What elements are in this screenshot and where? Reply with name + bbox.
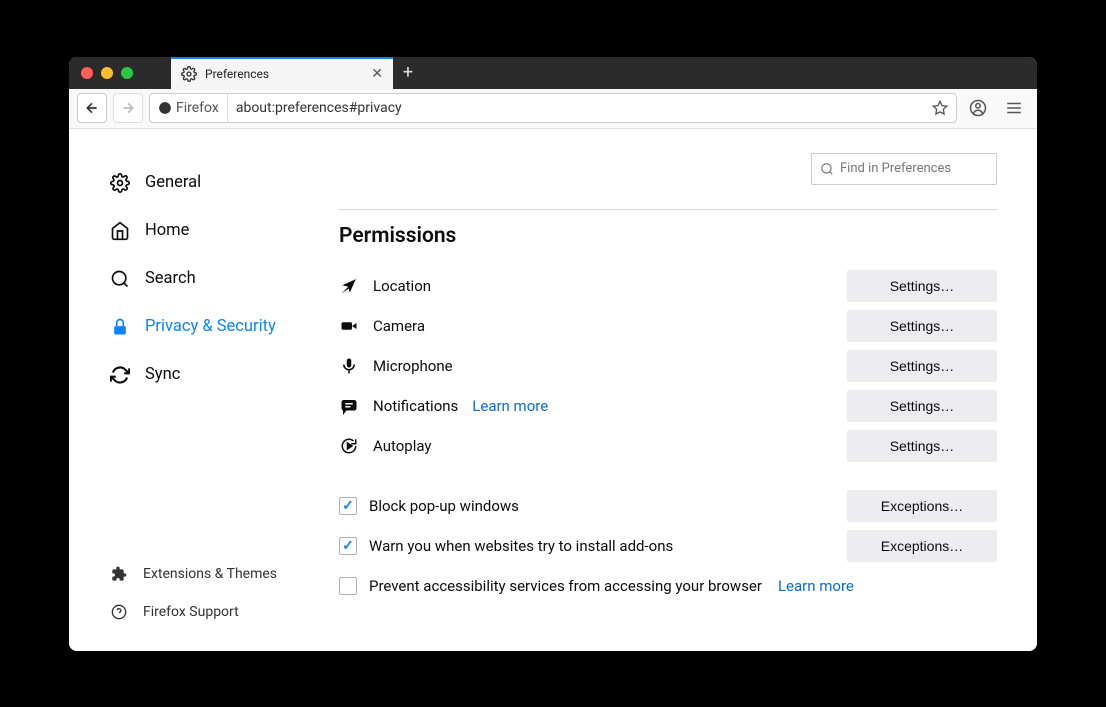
sidebar-item-label: General [145,173,201,192]
permission-label: Autoplay [373,437,432,455]
checkbox[interactable] [339,537,357,555]
identity-label: Firefox [176,100,219,116]
window-controls [69,67,133,79]
search-icon [109,269,131,289]
location-icon [339,277,359,295]
permission-label: Location [373,277,431,295]
camera-icon [339,317,359,335]
gear-icon [109,173,131,193]
tab-preferences[interactable]: Preferences ✕ [171,57,393,89]
sidebar-footer-extensions[interactable]: Extensions & Themes [109,555,339,593]
permission-row-notifications: Notifications Learn more Settings… [339,386,997,426]
checkbox-row-addons: Warn you when websites try to install ad… [339,526,997,566]
permission-label: Notifications [373,397,458,415]
menu-icon[interactable] [999,93,1029,123]
sidebar-item-label: Home [145,221,189,240]
sidebar-item-privacy[interactable]: Privacy & Security [109,303,339,351]
back-button[interactable] [77,93,107,123]
search-icon [820,162,834,176]
settings-button[interactable]: Settings… [847,350,997,382]
identity-box[interactable]: Firefox [150,94,228,122]
url-bar[interactable]: Firefox about:preferences#privacy [149,93,957,123]
checkbox[interactable] [339,497,357,515]
sidebar-item-label: Sync [145,365,180,384]
lock-icon [109,317,131,337]
content-area: General Home Search Privacy & Security [69,129,1037,651]
checkbox-row-accessibility: Prevent accessibility services from acce… [339,566,997,606]
gear-icon [181,66,197,82]
minimize-window-icon[interactable] [101,67,113,79]
sidebar-item-home[interactable]: Home [109,207,339,255]
permission-label: Camera [373,317,425,335]
exceptions-button[interactable]: Exceptions… [847,530,997,562]
sidebar-item-sync[interactable]: Sync [109,351,339,399]
notification-icon [339,397,359,415]
section-divider [339,209,997,210]
tab-title: Preferences [205,67,269,81]
close-window-icon[interactable] [81,67,93,79]
microphone-icon [339,357,359,375]
bookmark-star-icon[interactable] [924,100,956,116]
permission-row-autoplay: Autoplay Settings… [339,426,997,466]
sidebar-footer-label: Extensions & Themes [143,566,277,582]
help-icon [109,604,129,620]
checkbox-label: Prevent accessibility services from acce… [369,577,762,595]
browser-window: Preferences ✕ + Firefox about:preference… [69,57,1037,651]
autoplay-icon [339,437,359,455]
settings-button[interactable]: Settings… [847,270,997,302]
sidebar-item-search[interactable]: Search [109,255,339,303]
checkbox[interactable] [339,577,357,595]
close-tab-icon[interactable]: ✕ [371,66,383,82]
account-icon[interactable] [963,93,993,123]
new-tab-button[interactable]: + [393,57,423,89]
sync-icon [109,365,131,385]
forward-button[interactable] [113,93,143,123]
sidebar: General Home Search Privacy & Security [69,129,339,651]
toolbar: Firefox about:preferences#privacy [69,89,1037,129]
sidebar-footer-label: Firefox Support [143,604,239,620]
learn-more-link[interactable]: Learn more [778,577,854,595]
search-placeholder: Find in Preferences [840,161,951,176]
maximize-window-icon[interactable] [121,67,133,79]
section-title: Permissions [339,224,997,248]
learn-more-link[interactable]: Learn more [472,397,548,415]
checkbox-label: Block pop-up windows [369,497,519,515]
permission-row-microphone: Microphone Settings… [339,346,997,386]
puzzle-icon [109,566,129,582]
sidebar-item-general[interactable]: General [109,159,339,207]
settings-button[interactable]: Settings… [847,430,997,462]
sidebar-footer-support[interactable]: Firefox Support [109,593,339,631]
exceptions-button[interactable]: Exceptions… [847,490,997,522]
sidebar-item-label: Search [145,269,196,288]
url-text: about:preferences#privacy [228,100,924,116]
main-panel: Find in Preferences Permissions Location… [339,129,1037,651]
checkbox-label: Warn you when websites try to install ad… [369,537,673,555]
titlebar: Preferences ✕ + [69,57,1037,89]
checkbox-row-popups: Block pop-up windows Exceptions… [339,486,997,526]
home-icon [109,221,131,241]
permission-row-location: Location Settings… [339,266,997,306]
permission-label: Microphone [373,357,453,375]
settings-button[interactable]: Settings… [847,310,997,342]
search-input[interactable]: Find in Preferences [811,153,997,185]
firefox-icon [158,101,172,115]
settings-button[interactable]: Settings… [847,390,997,422]
permission-row-camera: Camera Settings… [339,306,997,346]
sidebar-item-label: Privacy & Security [145,317,276,336]
